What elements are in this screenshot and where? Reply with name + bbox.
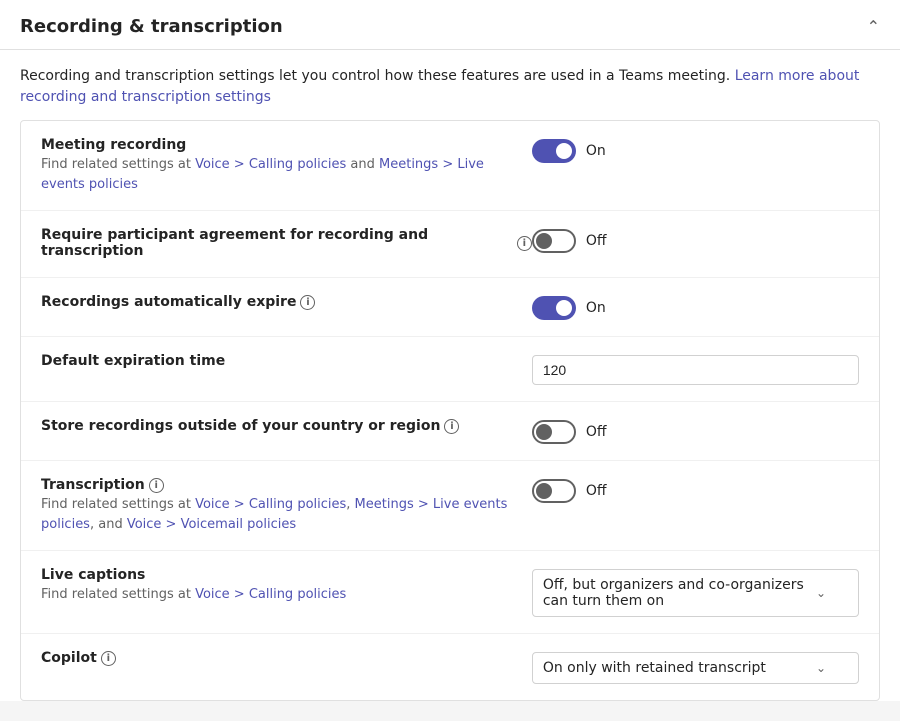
section-header: Recording & transcription ⌃	[0, 0, 900, 50]
live-captions-label-col: Live captions Find related settings at V…	[41, 567, 532, 605]
copilot-label-col: Copilot i	[41, 650, 532, 668]
live-captions-row: Live captions Find related settings at V…	[21, 551, 879, 634]
participant-agreement-toggle-thumb	[536, 233, 552, 249]
live-captions-select[interactable]: Off, but organizers and co-organizers ca…	[532, 569, 859, 617]
participant-agreement-label-col: Require participant agreement for record…	[41, 227, 532, 261]
store-recordings-row: Store recordings outside of your country…	[21, 402, 879, 461]
participant-agreement-info-icon[interactable]: i	[517, 236, 532, 251]
meeting-recording-toggle-thumb	[556, 143, 572, 159]
copilot-row: Copilot i On only with retained transcri…	[21, 634, 879, 700]
transcription-voicemail-link[interactable]: Voice > Voicemail policies	[127, 517, 296, 532]
store-recordings-toggle-container[interactable]: Off	[532, 420, 607, 444]
meeting-recording-label: Meeting recording	[41, 137, 532, 153]
meeting-recording-toggle-container[interactable]: On	[532, 139, 606, 163]
recordings-expire-toggle-container[interactable]: On	[532, 296, 606, 320]
transcription-toggle[interactable]	[532, 479, 576, 503]
recordings-expire-toggle-track[interactable]	[532, 296, 576, 320]
transcription-sublabel: Find related settings at Voice > Calling…	[41, 495, 532, 534]
recordings-expire-toggle-thumb	[556, 300, 572, 316]
transcription-toggle-label: Off	[586, 483, 607, 499]
store-recordings-control: Off	[532, 418, 859, 444]
copilot-control: On only with retained transcript ⌄	[532, 650, 859, 684]
meeting-recording-label-col: Meeting recording Find related settings …	[41, 137, 532, 194]
live-captions-label: Live captions	[41, 567, 532, 583]
meeting-recording-toggle[interactable]	[532, 139, 576, 163]
live-captions-select-value: Off, but organizers and co-organizers ca…	[543, 577, 816, 609]
settings-card: Meeting recording Find related settings …	[20, 120, 880, 701]
store-recordings-label: Store recordings outside of your country…	[41, 418, 532, 434]
participant-agreement-control: Off	[532, 227, 859, 253]
copilot-select-container: On only with retained transcript ⌄	[532, 652, 859, 684]
recordings-expire-toggle[interactable]	[532, 296, 576, 320]
transcription-voice-calling-link[interactable]: Voice > Calling policies	[195, 497, 346, 512]
live-captions-voice-link[interactable]: Voice > Calling policies	[195, 587, 346, 602]
participant-agreement-label: Require participant agreement for record…	[41, 227, 532, 259]
default-expiration-control	[532, 353, 859, 385]
participant-agreement-toggle[interactable]	[532, 229, 576, 253]
live-captions-sublabel: Find related settings at Voice > Calling…	[41, 585, 532, 605]
live-captions-control: Off, but organizers and co-organizers ca…	[532, 567, 859, 617]
transcription-label-col: Transcription i Find related settings at…	[41, 477, 532, 534]
store-recordings-toggle[interactable]	[532, 420, 576, 444]
copilot-select[interactable]: On only with retained transcript ⌄	[532, 652, 859, 684]
live-captions-chevron-icon: ⌄	[816, 586, 826, 600]
recordings-expire-row: Recordings automatically expire i On	[21, 278, 879, 337]
participant-agreement-toggle-label: Off	[586, 233, 607, 249]
transcription-control: Off	[532, 477, 859, 503]
live-captions-select-container: Off, but organizers and co-organizers ca…	[532, 569, 859, 617]
participant-agreement-toggle-container[interactable]: Off	[532, 229, 607, 253]
default-expiration-input[interactable]	[532, 355, 859, 385]
copilot-label: Copilot i	[41, 650, 532, 666]
transcription-info-icon[interactable]: i	[149, 478, 164, 493]
transcription-toggle-thumb	[536, 483, 552, 499]
default-expiration-label-col: Default expiration time	[41, 353, 532, 371]
description-area: Recording and transcription settings let…	[0, 50, 900, 120]
store-recordings-toggle-thumb	[536, 424, 552, 440]
store-recordings-toggle-label: Off	[586, 424, 607, 440]
recordings-expire-control: On	[532, 294, 859, 320]
transcription-row: Transcription i Find related settings at…	[21, 461, 879, 551]
participant-agreement-toggle-track[interactable]	[532, 229, 576, 253]
recordings-expire-info-icon[interactable]: i	[300, 295, 315, 310]
meeting-recording-control: On	[532, 137, 859, 163]
section-title: Recording & transcription	[20, 16, 283, 37]
transcription-toggle-track[interactable]	[532, 479, 576, 503]
voice-calling-link-1[interactable]: Voice > Calling policies	[195, 157, 346, 172]
meeting-recording-toggle-track[interactable]	[532, 139, 576, 163]
meeting-recording-row: Meeting recording Find related settings …	[21, 121, 879, 211]
default-expiration-label: Default expiration time	[41, 353, 532, 369]
recordings-expire-toggle-label: On	[586, 300, 606, 316]
transcription-label: Transcription i	[41, 477, 532, 493]
copilot-chevron-icon: ⌄	[816, 661, 826, 675]
participant-agreement-row: Require participant agreement for record…	[21, 211, 879, 278]
default-expiration-row: Default expiration time	[21, 337, 879, 402]
copilot-info-icon[interactable]: i	[101, 651, 116, 666]
meeting-recording-toggle-label: On	[586, 143, 606, 159]
recordings-expire-label-col: Recordings automatically expire i	[41, 294, 532, 312]
meeting-recording-sublabel: Find related settings at Voice > Calling…	[41, 155, 532, 194]
store-recordings-toggle-track[interactable]	[532, 420, 576, 444]
store-recordings-label-col: Store recordings outside of your country…	[41, 418, 532, 436]
transcription-toggle-container[interactable]: Off	[532, 479, 607, 503]
description-text: Recording and transcription settings let…	[20, 68, 735, 84]
recordings-expire-label: Recordings automatically expire i	[41, 294, 532, 310]
store-recordings-info-icon[interactable]: i	[444, 419, 459, 434]
chevron-up-icon[interactable]: ⌃	[867, 17, 880, 36]
copilot-select-value: On only with retained transcript	[543, 660, 766, 676]
